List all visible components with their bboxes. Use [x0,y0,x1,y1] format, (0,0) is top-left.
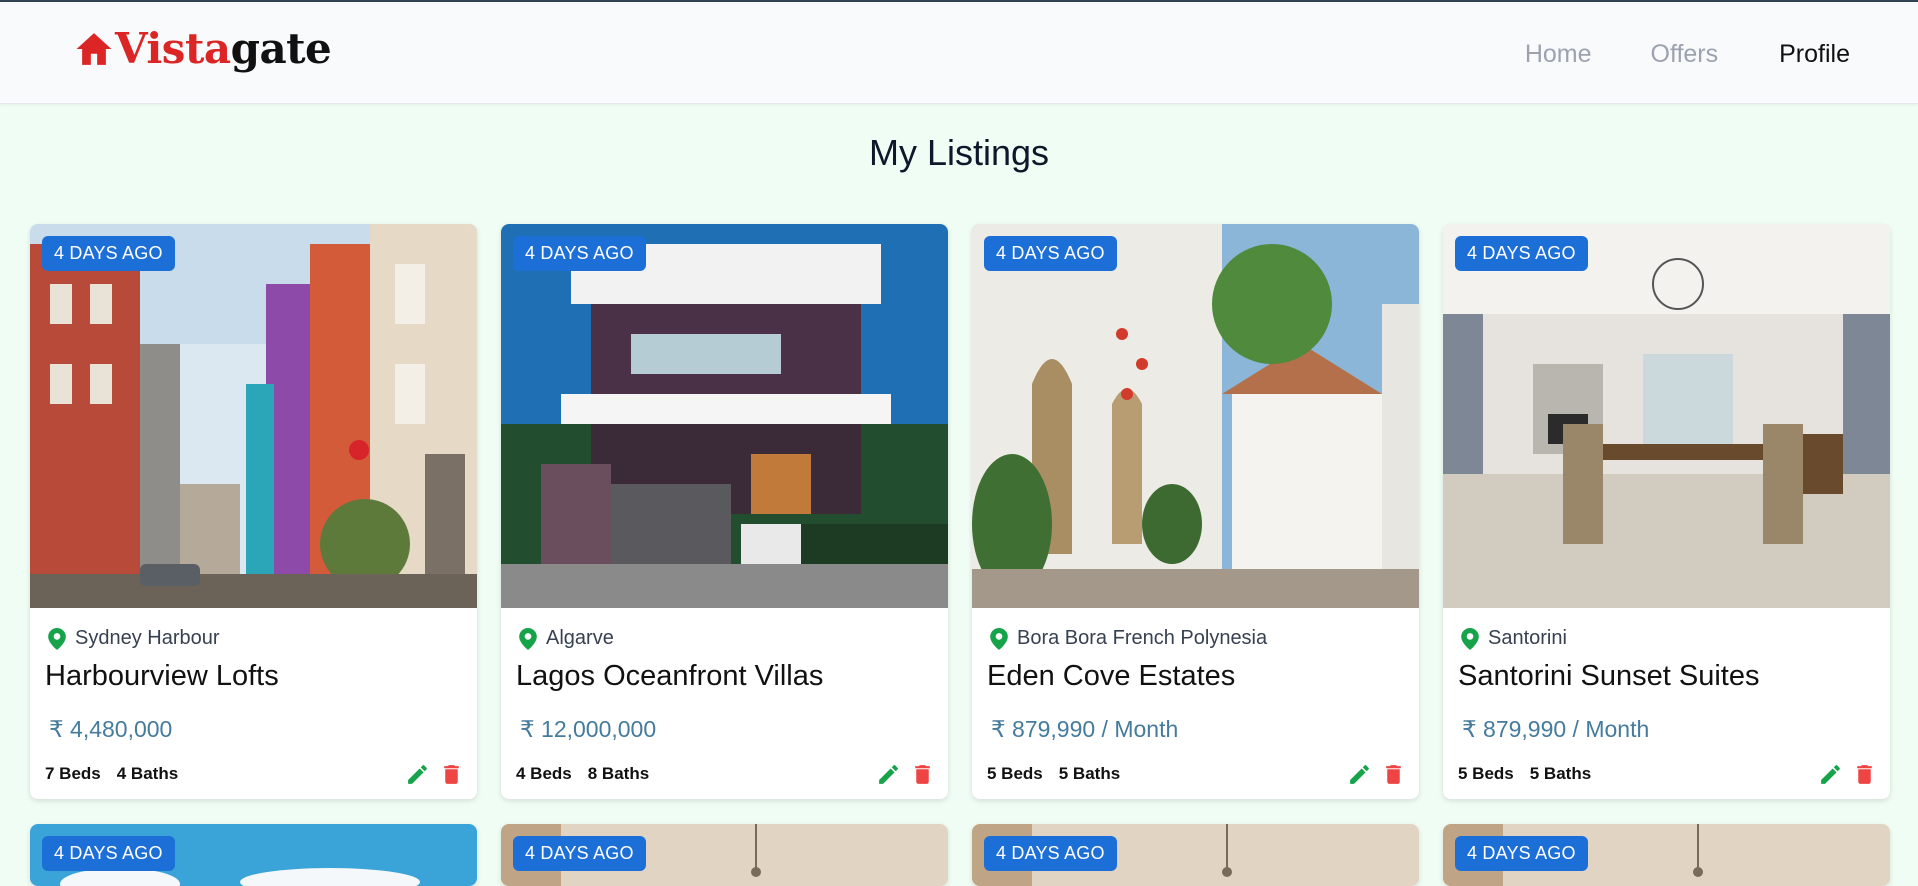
listed-time-badge: 4 DAYS AGO [984,836,1117,871]
listing-location: Sydney Harbour [48,627,220,650]
location-text: Santorini [1488,627,1567,649]
listed-time-badge: 4 DAYS AGO [42,236,175,271]
location-text: Bora Bora French Polynesia [1017,627,1268,649]
trash-icon[interactable] [1381,762,1406,787]
listing-location: Santorini [1461,627,1567,650]
nav-offers-link[interactable]: Offers [1651,40,1719,69]
listing-specs: 5 Beds 5 Baths [987,764,1136,784]
listing-image: 4 DAYS AGO [501,224,948,608]
trash-icon[interactable] [910,762,935,787]
logo-text: Vistagate [115,28,332,70]
logo-text-vista: Vista [115,24,231,73]
location-text: Algarve [546,627,614,649]
listing-price: ₹ 12,000,000 [520,716,657,742]
baths-count: 5 Baths [1529,764,1592,783]
listing-image: 4 DAYS AGO [1443,224,1890,608]
listing-title[interactable]: Santorini Sunset Suites [1458,660,1759,693]
listing-image: 4 DAYS AGO [972,824,1419,886]
pencil-icon[interactable] [405,762,430,787]
trash-icon[interactable] [439,762,464,787]
map-pin-icon [48,627,66,650]
listing-specs: 5 Beds 5 Baths [1458,764,1607,784]
listing-title[interactable]: Eden Cove Estates [987,660,1235,693]
main-nav: Home Offers Profile [1525,40,1850,69]
listing-title[interactable]: Harbourview Lofts [45,660,279,693]
beds-count: 5 Beds [1458,764,1514,783]
map-pin-icon [990,627,1008,650]
listing-specs: 4 Beds 8 Baths [516,764,665,784]
listing-card[interactable]: 4 DAYS AGO Sydney Harbour Harbourview Lo… [30,224,477,799]
listing-image: 4 DAYS AGO [972,224,1419,608]
listing-card[interactable]: 4 DAYS AGO [501,824,948,886]
beds-count: 5 Beds [987,764,1043,783]
listing-title[interactable]: Lagos Oceanfront Villas [516,660,823,693]
listing-image: 4 DAYS AGO [1443,824,1890,886]
baths-count: 5 Baths [1058,764,1121,783]
listing-actions [1818,762,1877,787]
nav-profile-link[interactable]: Profile [1779,40,1850,69]
navbar: Vistagate Home Offers Profile [0,2,1918,104]
listing-image: 4 DAYS AGO [30,824,477,886]
listing-actions [405,762,464,787]
location-text: Sydney Harbour [75,627,220,649]
listing-price: ₹ 879,990 / Month [991,716,1179,742]
trash-icon[interactable] [1852,762,1877,787]
beds-count: 4 Beds [516,764,572,783]
listed-time-badge: 4 DAYS AGO [984,236,1117,271]
listing-image: 4 DAYS AGO [501,824,948,886]
listing-specs: 7 Beds 4 Baths [45,764,194,784]
listed-time-badge: 4 DAYS AGO [513,236,646,271]
listing-card[interactable]: 4 DAYS AGO [30,824,477,886]
listing-card[interactable]: 4 DAYS AGO [1443,824,1890,886]
nav-home-link[interactable]: Home [1525,40,1592,69]
listing-location: Bora Bora French Polynesia [990,627,1267,650]
baths-count: 4 Baths [116,764,179,783]
page-title: My Listings [868,132,1050,173]
listing-location: Algarve [519,627,614,650]
listing-actions [876,762,935,787]
house-icon [76,33,112,65]
listing-card[interactable]: 4 DAYS AGO Santorini Santorini Sunset Su… [1443,224,1890,799]
listed-time-badge: 4 DAYS AGO [42,836,175,871]
baths-count: 8 Baths [587,764,650,783]
listing-card[interactable]: 4 DAYS AGO Bora Bora French Polynesia Ed… [972,224,1419,799]
beds-count: 7 Beds [45,764,101,783]
listing-price: ₹ 4,480,000 [49,716,173,742]
listed-time-badge: 4 DAYS AGO [1455,836,1588,871]
pencil-icon[interactable] [1347,762,1372,787]
logo-text-gate: gate [230,24,332,73]
listing-image: 4 DAYS AGO [30,224,477,608]
listing-card[interactable]: 4 DAYS AGO [972,824,1419,886]
listing-card[interactable]: 4 DAYS AGO Algarve Lagos Oceanfront Vill… [501,224,948,799]
listed-time-badge: 4 DAYS AGO [513,836,646,871]
listing-actions [1347,762,1406,787]
listed-time-badge: 4 DAYS AGO [1455,236,1588,271]
map-pin-icon [1461,627,1479,650]
pencil-icon[interactable] [1818,762,1843,787]
listing-price: ₹ 879,990 / Month [1462,716,1650,742]
logo[interactable]: Vistagate [75,28,332,70]
pencil-icon[interactable] [876,762,901,787]
map-pin-icon [519,627,537,650]
